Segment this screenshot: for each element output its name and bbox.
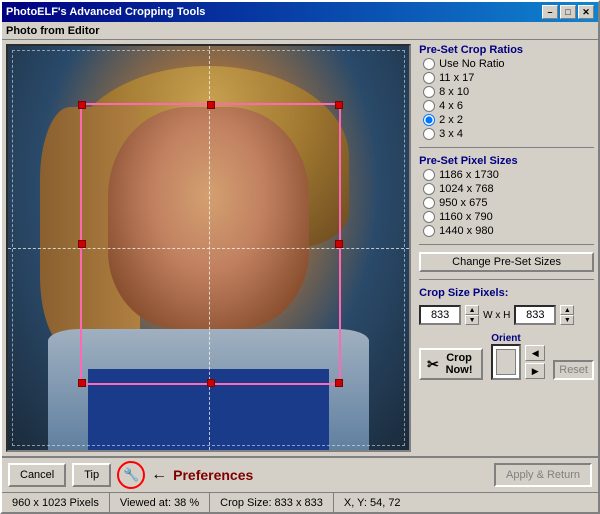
ratio-2x2[interactable]: 2 x 2: [423, 114, 594, 126]
ratio-8x10[interactable]: 8 x 10: [423, 86, 594, 98]
status-xy: X, Y: 54, 72: [334, 493, 411, 512]
bottom-bar: Cancel Tip 🔧 ← Preferences Apply & Retur…: [2, 456, 598, 492]
close-button[interactable]: ✕: [578, 5, 594, 19]
divider-2: [419, 244, 594, 245]
ratio-11x17-input[interactable]: [423, 72, 435, 84]
size-950x675-label: 950 x 675: [439, 197, 487, 209]
crop-ratios-section: Pre-Set Crop Ratios Use No Ratio 11 x 17…: [419, 44, 594, 140]
height-spin-buttons: ▲ ▼: [560, 305, 574, 325]
ratio-4x6[interactable]: 4 x 6: [423, 100, 594, 112]
ratio-11x17[interactable]: 11 x 17: [423, 72, 594, 84]
preferences-label: Preferences: [173, 467, 253, 483]
crop-size-label: Crop Size Pixels:: [419, 287, 594, 299]
main-content: Pre-Set Crop Ratios Use No Ratio 11 x 17…: [2, 40, 598, 456]
wh-separator: W x H: [483, 310, 510, 321]
size-1024x768[interactable]: 1024 x 768: [423, 183, 594, 195]
ratio-no-ratio[interactable]: Use No Ratio: [423, 58, 594, 70]
face: [108, 107, 309, 329]
orient-preview: [491, 344, 521, 380]
orient-controls: ◀ ▶: [491, 344, 545, 380]
width-spin-up[interactable]: ▲: [465, 305, 479, 315]
size-1160x790[interactable]: 1160 x 790: [423, 211, 594, 223]
crop-now-button[interactable]: ✂ Crop Now!: [419, 348, 483, 380]
blue-shirt: [88, 369, 329, 450]
status-dimensions: 960 x 1023 Pixels: [2, 493, 110, 512]
ratio-3x4-label: 3 x 4: [439, 128, 463, 140]
crop-ratios-group: Use No Ratio 11 x 17 8 x 10 4 x 6: [423, 58, 594, 140]
status-bar: 960 x 1023 Pixels Viewed at: 38 % Crop S…: [2, 492, 598, 512]
crop-now-label: Crop Now!: [443, 352, 475, 376]
orient-inner-box: [496, 349, 516, 375]
divider-1: [419, 147, 594, 148]
subtitle-label: Photo from Editor: [6, 25, 100, 37]
reset-section: Reset: [553, 360, 594, 380]
main-window: PhotoELF's Advanced Cropping Tools – □ ✕…: [0, 0, 600, 514]
right-panel: Pre-Set Crop Ratios Use No Ratio 11 x 17…: [415, 40, 598, 456]
pixel-sizes-label: Pre-Set Pixel Sizes: [419, 155, 594, 167]
orient-arrows: ◀ ▶: [525, 345, 545, 379]
crop-height-input[interactable]: [514, 305, 556, 325]
size-950x675-input[interactable]: [423, 197, 435, 209]
ratio-2x2-input[interactable]: [423, 114, 435, 126]
cancel-button[interactable]: Cancel: [8, 463, 66, 487]
size-1186x1730[interactable]: 1186 x 1730: [423, 169, 594, 181]
width-spin-buttons: ▲ ▼: [465, 305, 479, 325]
ratio-11x17-label: 11 x 17: [439, 72, 474, 84]
orient-left-button[interactable]: ◀: [525, 345, 545, 361]
size-1440x980-label: 1440 x 980: [439, 225, 493, 237]
minimize-button[interactable]: –: [542, 5, 558, 19]
divider-3: [419, 279, 594, 280]
size-1024x768-input[interactable]: [423, 183, 435, 195]
orient-crop-row: ✂ Crop Now! Orient ◀ ▶: [419, 333, 594, 380]
photo-area[interactable]: [6, 44, 411, 452]
tip-button[interactable]: Tip: [72, 463, 111, 487]
preferences-arrow: ←: [151, 466, 167, 484]
window-title: PhotoELF's Advanced Cropping Tools: [6, 6, 205, 18]
wrench-icon: 🔧: [123, 467, 139, 483]
orient-section: Orient ◀ ▶: [491, 333, 545, 380]
reset-button[interactable]: Reset: [553, 360, 594, 380]
ratio-no-ratio-label: Use No Ratio: [439, 58, 504, 70]
ratio-3x4-input[interactable]: [423, 128, 435, 140]
preferences-button[interactable]: 🔧: [117, 461, 145, 489]
size-1186x1730-input[interactable]: [423, 169, 435, 181]
scissors-icon: ✂: [427, 356, 439, 373]
ratio-4x6-label: 4 x 6: [439, 100, 463, 112]
height-spin-up[interactable]: ▲: [560, 305, 574, 315]
pixel-sizes-group: 1186 x 1730 1024 x 768 950 x 675 1160 x …: [423, 169, 594, 237]
maximize-button[interactable]: □: [560, 5, 576, 19]
size-1440x980-input[interactable]: [423, 225, 435, 237]
crop-size-section: Crop Size Pixels: ▲ ▼ W x H ▲ ▼: [419, 287, 594, 325]
size-1440x980[interactable]: 1440 x 980: [423, 225, 594, 237]
orient-right-button[interactable]: ▶: [525, 363, 545, 379]
pixel-sizes-section: Pre-Set Pixel Sizes 1186 x 1730 1024 x 7…: [419, 155, 594, 237]
width-spin-down[interactable]: ▼: [465, 315, 479, 325]
title-bar-buttons: – □ ✕: [542, 5, 594, 19]
title-bar: PhotoELF's Advanced Cropping Tools – □ ✕: [2, 2, 598, 22]
apply-return-button[interactable]: Apply & Return: [494, 463, 592, 487]
size-1024x768-label: 1024 x 768: [439, 183, 493, 195]
status-crop-size: Crop Size: 833 x 833: [210, 493, 334, 512]
crop-ratios-label: Pre-Set Crop Ratios: [419, 44, 594, 56]
status-view: Viewed at: 38 %: [110, 493, 210, 512]
crop-now-section: ✂ Crop Now!: [419, 348, 483, 380]
height-spin-down[interactable]: ▼: [560, 315, 574, 325]
ratio-8x10-input[interactable]: [423, 86, 435, 98]
ratio-2x2-label: 2 x 2: [439, 114, 463, 126]
size-950x675[interactable]: 950 x 675: [423, 197, 594, 209]
subtitle-bar: Photo from Editor: [2, 22, 598, 40]
ratio-3x4[interactable]: 3 x 4: [423, 128, 594, 140]
size-1160x790-input[interactable]: [423, 211, 435, 223]
size-1186x1730-label: 1186 x 1730: [439, 169, 499, 181]
ratio-4x6-input[interactable]: [423, 100, 435, 112]
ratio-8x10-label: 8 x 10: [439, 86, 469, 98]
size-1160x790-label: 1160 x 790: [439, 211, 493, 223]
orient-label: Orient: [491, 333, 545, 344]
crop-size-row: ▲ ▼ W x H ▲ ▼: [419, 305, 594, 325]
photo-canvas: [8, 46, 409, 450]
change-presets-button[interactable]: Change Pre-Set Sizes: [419, 252, 594, 272]
crop-width-input[interactable]: [419, 305, 461, 325]
ratio-no-ratio-input[interactable]: [423, 58, 435, 70]
